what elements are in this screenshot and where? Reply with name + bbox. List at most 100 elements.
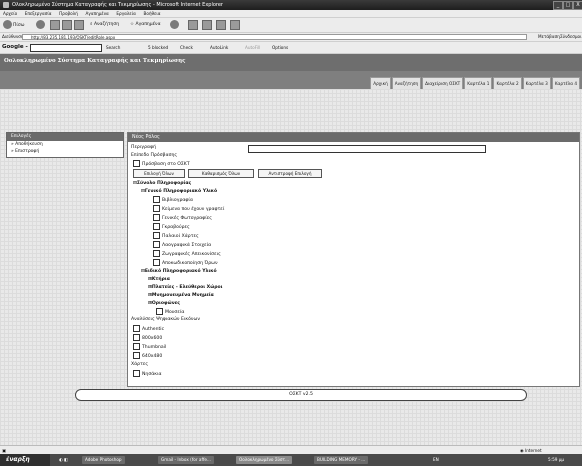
options-button[interactable]: Options [272,44,288,51]
home-icon [74,20,84,30]
tree-checkbox[interactable] [153,259,160,266]
menu-favorites[interactable]: Αγαπημένα [85,10,108,17]
tree-leaf[interactable]: Λαογραφικά Στοιχεία [153,241,211,249]
tree-checkbox[interactable] [153,232,160,239]
tab-home[interactable]: Αρχική [370,77,391,89]
menu-tools[interactable]: Εργαλεία [116,10,135,17]
tree-leaf[interactable]: Ζωγραφικές Απεικονίσεις [153,250,221,258]
maps-option-checkbox[interactable] [133,370,140,377]
select-all-button[interactable]: Επιλογή Όλων [133,169,185,178]
menu-view[interactable]: Προβολή [59,10,78,17]
tree-checkbox[interactable] [153,196,160,203]
edit-button[interactable] [216,20,226,30]
tree-checkbox[interactable] [153,205,160,212]
autolink-button[interactable]: AutoLink [210,44,228,51]
taskbar-item-active[interactable]: Οολοκληρωμένο Σύστ... [236,456,293,464]
image-option-checkbox[interactable] [133,325,140,332]
forward-button[interactable] [36,20,46,30]
refresh-button[interactable] [62,20,72,30]
image-option-checkbox[interactable] [133,334,140,341]
taskbar-item[interactable]: Gmail - Inbox (for affe... [158,456,214,464]
tree-leaf[interactable]: Μουσεία [156,308,184,316]
stop-button[interactable] [50,20,60,30]
google-logo[interactable]: Google - [2,44,28,51]
tree-leaf[interactable]: Γκραβούρες [153,223,190,231]
print-button[interactable] [202,20,212,30]
sidebar-item-back[interactable]: » Επιστροφή [7,148,123,155]
tree-leaf[interactable]: Κείμενα που έχουν γραφτεί [153,205,224,213]
edit-icon [216,20,226,30]
tree-checkbox[interactable] [156,308,163,315]
mail-button[interactable] [188,20,198,30]
image-option[interactable]: Thumbnail [133,343,166,351]
tree-leaf-text: Γκραβούρες [162,225,190,230]
maps-option[interactable]: Νησάκια [133,370,162,378]
tree-leaf[interactable]: Γενικές Φωτογραφίες [153,214,212,222]
history-button[interactable] [170,20,180,30]
tree-checkbox[interactable] [153,214,160,221]
messenger-button[interactable] [230,20,240,30]
image-option-checkbox[interactable] [133,343,140,350]
tree-node[interactable]: ⊞Κτήρια [148,276,170,283]
spell-check-button[interactable]: Check [180,44,193,51]
tree-node-text: Κτήρια [151,277,170,282]
tree-special[interactable]: ⊟Ειδικό Πληροφοριακό Υλικό [141,268,217,275]
menu-edit[interactable]: Επεξεργασία [25,10,52,17]
sidebar-item-save[interactable]: » Αποθήκευση [7,141,123,148]
start-button[interactable]: έναρξη [0,454,50,466]
access-oskt-option[interactable]: Πρόσβαση στο ΟΣΚΤ [133,160,190,168]
home-button[interactable] [74,20,84,30]
taskbar-item[interactable]: BUILDING MEMORY - ... [314,456,369,464]
image-option[interactable]: 800x600 [133,334,162,342]
image-option-checkbox[interactable] [133,352,140,359]
tab-oskt-admin[interactable]: Διαχείριση ΟΣΚΤ [422,77,464,89]
tree-leaf[interactable]: Παλαιοί Χάρτες [153,232,199,240]
tree-leaf-text: Κείμενα που έχουν γραφτεί [162,207,225,212]
clear-all-button[interactable]: Καθαρισμός Όλων [188,169,254,178]
tree-general-text: Γενικό Πληροφοριακό Υλικό [144,189,218,194]
go-button[interactable]: Μετάβαση [538,33,560,40]
minimize-button[interactable]: _ [553,1,563,10]
tab-card-2[interactable]: Καρτέλα 2 [493,77,522,89]
tree-general[interactable]: ⊟Γενικό Πληροφοριακό Υλικό [141,188,217,195]
mail-icon [188,20,198,30]
tree-checkbox[interactable] [153,241,160,248]
quicklaunch-icons[interactable]: ◐ ◧ [56,456,71,464]
maximize-button[interactable]: □ [563,1,573,10]
tree-root[interactable]: ⊟Σύνολο Πληροφορίας [133,180,191,187]
tree-checkbox[interactable] [153,250,160,257]
google-search-button[interactable]: Search [106,44,120,51]
image-analysis-label: Αναλύσεις Ψηφιακών Εικόνων [131,317,200,322]
access-oskt-checkbox[interactable] [133,160,140,167]
tree-checkbox[interactable] [153,223,160,230]
app-title: Οολοκληρωμένο Σύστημα Καταγραφής και Τεκ… [4,58,186,64]
menu-file[interactable]: Αρχείο [3,10,17,17]
tree-node[interactable]: ⊞Οριοφώνες [148,300,180,307]
address-input[interactable]: http://83.235.181.193/OSKT/editRole.aspx [22,34,527,40]
tab-card-3[interactable]: Καρτέλα 3 [522,77,551,89]
taskbar-item[interactable]: Adobe Photoshop [82,456,125,464]
popup-blocked-indicator[interactable]: 5 blocked [148,44,168,51]
favorites-button[interactable]: ☆ Αγαπημένα [130,20,161,30]
links-button[interactable]: Σύνδεσμοι [560,33,582,40]
close-button[interactable]: X [573,1,582,10]
tree-node[interactable]: ⊞Πλατείες - Ελεύθεροι Χώροι [148,284,222,291]
image-option[interactable]: 640x480 [133,352,162,360]
google-search-input[interactable] [30,44,102,52]
back-button[interactable]: Πίσω [3,20,25,30]
panel-header: Νέος Ρόλος [128,133,579,142]
internet-zone: ◉ Internet [520,447,542,454]
tree-leaf[interactable]: Αποκωδικοποίηση Όρων [153,259,218,267]
language-indicator[interactable]: EN [430,456,442,464]
search-button[interactable]: ⌕ Αναζήτηση [90,20,119,30]
invert-selection-button[interactable]: Αντιστροφή Επιλογή [258,169,322,178]
tab-card-1[interactable]: Καρτέλα 1 [464,77,493,89]
menu-help[interactable]: Βοήθεια [143,10,160,17]
tree-leaf[interactable]: Βιβλιογραφία [153,196,193,204]
tab-search[interactable]: Αναζήτηση [391,77,422,89]
image-option[interactable]: Authentic [133,325,164,333]
autofill-button[interactable]: AutoFill [245,44,260,51]
tab-card-4[interactable]: Καρτέλα 4 [551,77,580,89]
tree-node[interactable]: ⊞Μνημονευμένα Μνημεία [148,292,214,299]
description-input[interactable] [248,145,486,153]
